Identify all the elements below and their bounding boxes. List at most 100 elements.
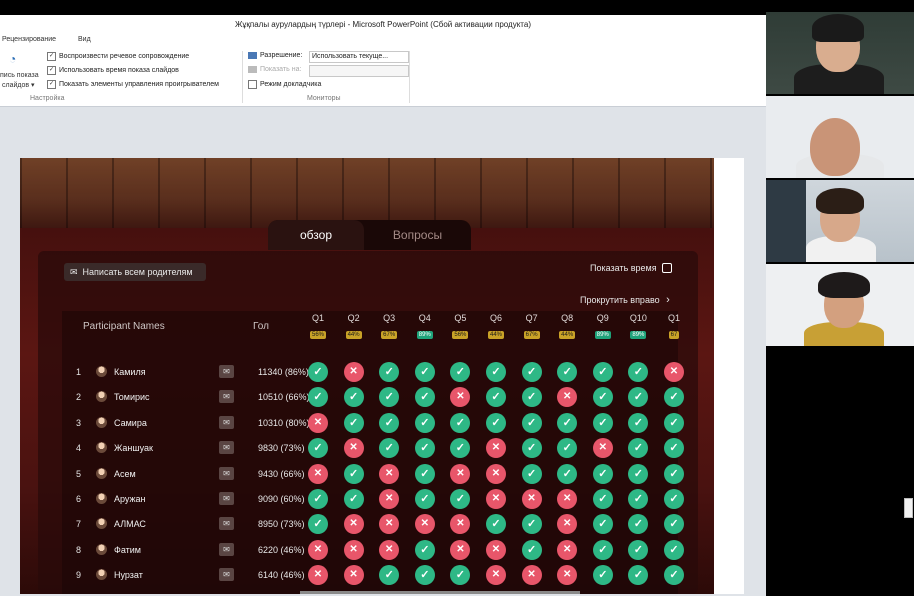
correct-answer-icon[interactable]: ✓ (308, 362, 328, 382)
table-row[interactable]: 7 АЛМАС ✉ 8950 (73%) ✓ ✕ ✕ ✕ ✕ ✓ ✓ ✕ ✓ ✓ ✓ (62, 512, 684, 537)
participant-name[interactable]: Томирис (114, 392, 150, 402)
wrong-answer-icon[interactable]: ✕ (343, 438, 364, 459)
correct-answer-icon[interactable]: ✓ (592, 412, 613, 433)
correct-answer-icon[interactable]: ✓ (628, 514, 649, 535)
side-handle[interactable] (904, 498, 913, 518)
mail-icon[interactable]: ✉ (219, 415, 234, 429)
wrong-answer-icon[interactable]: ✕ (379, 463, 400, 484)
question-header[interactable]: Q3 67% (377, 313, 401, 341)
wrong-answer-icon[interactable]: ✕ (486, 489, 506, 509)
mail-icon[interactable]: ✉ (219, 542, 234, 556)
correct-answer-icon[interactable]: ✓ (664, 489, 684, 509)
participant-name[interactable]: Камиля (114, 367, 146, 377)
correct-answer-icon[interactable]: ✓ (628, 387, 649, 408)
table-row[interactable]: 9 Нурзат ✉ 6140 (46%) ✕ ✕ ✓ ✓ ✓ ✕ ✕ ✕ ✓ ✓ ✓ (62, 563, 684, 588)
wrong-answer-icon[interactable]: ✕ (450, 514, 471, 535)
checkbox-media-controls[interactable]: ✓ Показать элементы управления проигрыват… (47, 80, 219, 89)
wrong-answer-icon[interactable]: ✕ (343, 565, 364, 586)
correct-answer-icon[interactable]: ✓ (308, 489, 328, 509)
record-slideshow-label-1[interactable]: пись показа (0, 72, 39, 79)
correct-answer-icon[interactable]: ✓ (557, 463, 578, 484)
question-header[interactable]: Q6 44% (484, 313, 508, 341)
correct-answer-icon[interactable]: ✓ (486, 412, 506, 433)
resolution-dropdown[interactable]: Использовать текуще... (309, 51, 409, 63)
wrong-answer-icon[interactable]: ✕ (379, 489, 400, 509)
wrong-answer-icon[interactable]: ✕ (486, 565, 506, 586)
question-header[interactable]: Q5 56% (448, 313, 472, 341)
wrong-answer-icon[interactable]: ✕ (343, 539, 364, 560)
participant-name[interactable]: Аружан (114, 494, 146, 504)
record-icon[interactable]: ◔ (9, 52, 25, 66)
table-row[interactable]: 3 Самира ✉ 10310 (80%) ✕ ✓ ✓ ✓ ✓ ✓ ✓ ✓ ✓ ✓ ✓ (62, 411, 684, 436)
correct-answer-icon[interactable]: ✓ (557, 362, 578, 382)
table-row[interactable]: 6 Аружан ✉ 9090 (60%) ✓ ✓ ✕ ✓ ✓ ✕ ✕ ✕ ✓ ✓ ✓ (62, 487, 684, 512)
message-all-parents-button[interactable]: ✉ Написать всем родителям (64, 263, 206, 281)
checkbox-presenter-view[interactable]: Режим докладчика (248, 80, 321, 89)
correct-answer-icon[interactable]: ✓ (521, 438, 542, 459)
tab-questions[interactable]: Вопросы (364, 220, 471, 250)
correct-answer-icon[interactable]: ✓ (450, 565, 471, 586)
correct-answer-icon[interactable]: ✓ (592, 565, 613, 586)
table-row[interactable]: 5 Асем ✉ 9430 (66%) ✕ ✓ ✕ ✓ ✕ ✕ ✓ ✓ ✓ ✓ ✓ (62, 462, 684, 487)
correct-answer-icon[interactable]: ✓ (628, 565, 649, 586)
mail-icon[interactable]: ✉ (219, 365, 234, 378)
correct-answer-icon[interactable]: ✓ (521, 387, 542, 408)
correct-answer-icon[interactable]: ✓ (521, 463, 542, 484)
show-time-checkbox[interactable] (661, 263, 672, 273)
mail-icon[interactable]: ✉ (219, 568, 234, 582)
correct-answer-icon[interactable]: ✓ (557, 412, 578, 433)
wrong-answer-icon[interactable]: ✕ (557, 514, 578, 535)
correct-answer-icon[interactable]: ✓ (628, 489, 649, 509)
wrong-answer-icon[interactable]: ✕ (557, 489, 578, 509)
correct-answer-icon[interactable]: ✓ (450, 489, 471, 509)
wrong-answer-icon[interactable]: ✕ (450, 387, 471, 408)
correct-answer-icon[interactable]: ✓ (308, 514, 328, 535)
correct-answer-icon[interactable]: ✓ (414, 565, 435, 586)
video-tile-3[interactable] (766, 180, 914, 262)
wrong-answer-icon[interactable]: ✕ (308, 539, 328, 560)
correct-answer-icon[interactable]: ✓ (592, 539, 613, 560)
correct-answer-icon[interactable]: ✓ (521, 412, 542, 433)
wrong-answer-icon[interactable]: ✕ (486, 539, 506, 560)
correct-answer-icon[interactable]: ✓ (379, 565, 400, 586)
mail-icon[interactable]: ✉ (219, 390, 234, 404)
correct-answer-icon[interactable]: ✓ (628, 412, 649, 433)
correct-answer-icon[interactable]: ✓ (379, 438, 400, 459)
correct-answer-icon[interactable]: ✓ (343, 463, 364, 484)
correct-answer-icon[interactable]: ✓ (557, 438, 578, 459)
correct-answer-icon[interactable]: ✓ (664, 412, 684, 433)
wrong-answer-icon[interactable]: ✕ (557, 565, 578, 586)
mail-icon[interactable]: ✉ (219, 517, 234, 531)
correct-answer-icon[interactable]: ✓ (414, 412, 435, 433)
correct-answer-icon[interactable]: ✓ (592, 514, 613, 535)
participant-name[interactable]: Самира (114, 418, 147, 428)
mail-icon[interactable]: ✉ (219, 492, 234, 505)
correct-answer-icon[interactable]: ✓ (486, 362, 506, 382)
wrong-answer-icon[interactable]: ✕ (486, 438, 506, 459)
correct-answer-icon[interactable]: ✓ (414, 362, 435, 382)
correct-answer-icon[interactable]: ✓ (628, 539, 649, 560)
wrong-answer-icon[interactable]: ✕ (450, 539, 471, 560)
wrong-answer-icon[interactable]: ✕ (343, 362, 364, 382)
question-header[interactable]: Q10 89% (626, 313, 650, 341)
correct-answer-icon[interactable]: ✓ (521, 539, 542, 560)
correct-answer-icon[interactable]: ✓ (343, 387, 364, 408)
tab-overview[interactable]: обзор (268, 220, 364, 250)
checkbox-media-controls-box[interactable]: ✓ (47, 80, 56, 89)
show-on-dropdown[interactable] (309, 65, 409, 77)
table-row[interactable]: 4 Жаншуак ✉ 9830 (73%) ✓ ✕ ✓ ✓ ✓ ✕ ✓ ✓ ✕ ✓ ✓ (62, 436, 684, 461)
table-row[interactable]: 8 Фатим ✉ 6220 (46%) ✕ ✕ ✕ ✓ ✕ ✕ ✓ ✕ ✓ ✓ ✓ (62, 538, 684, 563)
correct-answer-icon[interactable]: ✓ (450, 412, 471, 433)
correct-answer-icon[interactable]: ✓ (414, 539, 435, 560)
mail-icon[interactable]: ✉ (219, 466, 234, 480)
record-slideshow-label-2[interactable]: слайдов ▾ (2, 81, 35, 89)
correct-answer-icon[interactable]: ✓ (308, 438, 328, 459)
correct-answer-icon[interactable]: ✓ (414, 438, 435, 459)
question-header[interactable]: Q8 44% (555, 313, 579, 341)
wrong-answer-icon[interactable]: ✕ (308, 412, 328, 433)
correct-answer-icon[interactable]: ✓ (450, 362, 471, 382)
wrong-answer-icon[interactable]: ✕ (592, 438, 613, 459)
correct-answer-icon[interactable]: ✓ (628, 438, 649, 459)
participant-name[interactable]: Жаншуак (114, 443, 153, 453)
question-header[interactable]: Q4 89% (413, 313, 437, 341)
